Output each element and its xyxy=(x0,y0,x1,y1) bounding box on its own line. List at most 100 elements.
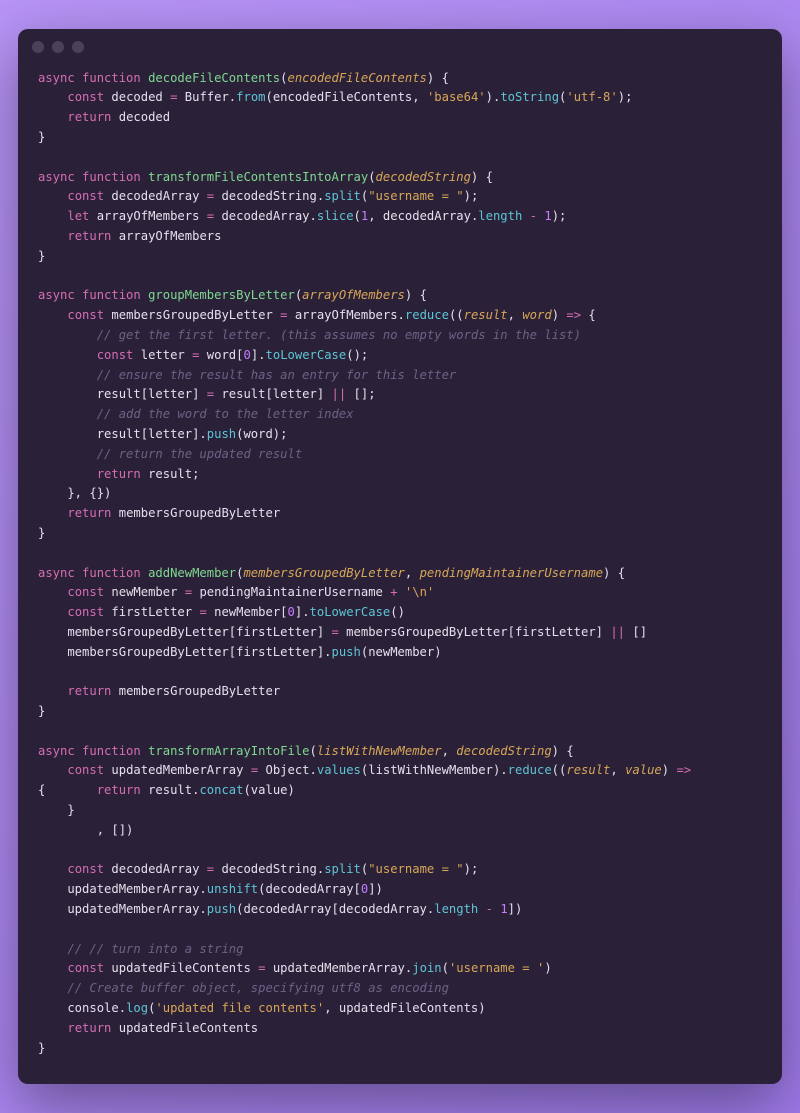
code-line: // ensure the result has an entry for th… xyxy=(38,366,762,386)
code-token: 1 xyxy=(500,902,507,916)
code-line: } xyxy=(38,1039,762,1059)
code-token: pendingMaintainerUsername xyxy=(420,566,603,580)
code-token: (( xyxy=(552,763,567,777)
code-token: (value) xyxy=(243,783,294,797)
code-token: (decodedArray[decodedArray. xyxy=(236,902,434,916)
code-token: push xyxy=(207,427,236,441)
code-token: toLowerCase xyxy=(310,605,391,619)
code-token: || xyxy=(610,625,625,639)
code-line: result[letter].push(word); xyxy=(38,425,762,445)
code-token: , xyxy=(508,308,523,322)
code-token: result[letter] xyxy=(38,387,207,401)
code-token: updatedMemberArray. xyxy=(265,961,412,975)
code-token: updatedMemberArray. xyxy=(38,902,207,916)
code-token: const xyxy=(67,763,111,777)
code-token xyxy=(38,961,67,975)
code-token xyxy=(38,467,97,481)
code-token: } xyxy=(38,130,45,144)
code-line xyxy=(38,148,762,168)
code-line: { return result.concat(value) xyxy=(38,781,762,801)
code-token: const xyxy=(67,961,111,975)
code-token: ( xyxy=(368,170,375,184)
code-token: return xyxy=(67,110,111,124)
code-token xyxy=(38,368,97,382)
code-token: ) { xyxy=(471,170,493,184)
code-token: , []) xyxy=(38,823,133,837)
code-token xyxy=(38,90,67,104)
code-line xyxy=(38,722,762,742)
code-token: , decodedArray. xyxy=(368,209,478,223)
code-token: letter xyxy=(141,348,192,362)
code-token: = xyxy=(280,308,287,322)
code-line: }, {}) xyxy=(38,484,762,504)
code-token: (newMember) xyxy=(361,645,442,659)
code-line: // Create buffer object, specifying utf8… xyxy=(38,979,762,999)
code-line: } xyxy=(38,801,762,821)
code-token: ). xyxy=(486,90,501,104)
code-token: + xyxy=(390,585,397,599)
code-token: membersGroupedByLetter[firstLetter] xyxy=(38,625,332,639)
code-line: const decoded = Buffer.from(encodedFileC… xyxy=(38,88,762,108)
code-token: (( xyxy=(449,308,464,322)
code-line xyxy=(38,920,762,940)
code-token: [] xyxy=(625,625,647,639)
window-dot-minimize[interactable] xyxy=(52,41,64,53)
code-token: 'base64' xyxy=(427,90,486,104)
code-token: addNewMember xyxy=(148,566,236,580)
code-token: ); xyxy=(464,862,479,876)
code-line: return result; xyxy=(38,465,762,485)
code-token: 'username = ' xyxy=(449,961,544,975)
code-line: } xyxy=(38,524,762,544)
window-dot-maximize[interactable] xyxy=(72,41,84,53)
code-token: updatedMemberArray xyxy=(111,763,250,777)
code-token xyxy=(38,189,67,203)
code-token: reduce xyxy=(405,308,449,322)
code-token: ]) xyxy=(508,902,523,916)
code-token: []; xyxy=(346,387,375,401)
code-token: let xyxy=(67,209,96,223)
code-token: word xyxy=(522,308,551,322)
code-token xyxy=(38,1021,67,1035)
code-token: 0 xyxy=(243,348,250,362)
code-line: // add the word to the letter index xyxy=(38,405,762,425)
window-dot-close[interactable] xyxy=(32,41,44,53)
code-token: decodedString. xyxy=(214,189,324,203)
code-token xyxy=(38,229,67,243)
code-token: membersGroupedByLetter xyxy=(243,566,404,580)
code-token: - xyxy=(486,902,493,916)
code-token: // ensure the result has an entry for th… xyxy=(97,368,457,382)
code-token: // return the updated result xyxy=(97,447,302,461)
code-line xyxy=(38,267,762,287)
code-token: ( xyxy=(442,961,449,975)
code-token: slice xyxy=(317,209,354,223)
code-token: // Create buffer object, specifying utf8… xyxy=(67,981,449,995)
code-token: 0 xyxy=(288,605,295,619)
code-token: concat xyxy=(199,783,243,797)
code-token xyxy=(38,763,67,777)
code-line: async function decodeFileContents(encode… xyxy=(38,69,762,89)
code-token: toLowerCase xyxy=(266,348,347,362)
code-token: arrayOfMembers xyxy=(97,209,207,223)
code-token: result[letter] xyxy=(214,387,331,401)
code-token: updatedMemberArray. xyxy=(38,882,207,896)
code-token: decoded xyxy=(111,110,170,124)
code-token: const xyxy=(67,862,111,876)
code-token xyxy=(38,684,67,698)
code-line: async function groupMembersByLetter(arra… xyxy=(38,286,762,306)
code-token xyxy=(478,902,485,916)
code-token: transformArrayIntoFile xyxy=(148,744,309,758)
code-token: ]) xyxy=(368,882,383,896)
code-token: toString xyxy=(500,90,559,104)
code-token: async function xyxy=(38,566,148,580)
code-token xyxy=(38,209,67,223)
code-line: let arrayOfMembers = decodedArray.slice(… xyxy=(38,207,762,227)
code-token: membersGroupedByLetter[firstLetter]. xyxy=(38,645,332,659)
code-token: value xyxy=(625,763,662,777)
code-token xyxy=(38,585,67,599)
code-token: (decodedArray[ xyxy=(258,882,361,896)
code-token: return xyxy=(67,229,111,243)
code-token: decoded xyxy=(111,90,170,104)
code-token: newMember xyxy=(111,585,184,599)
code-token: decodeFileContents xyxy=(148,71,280,85)
code-token: () xyxy=(390,605,405,619)
